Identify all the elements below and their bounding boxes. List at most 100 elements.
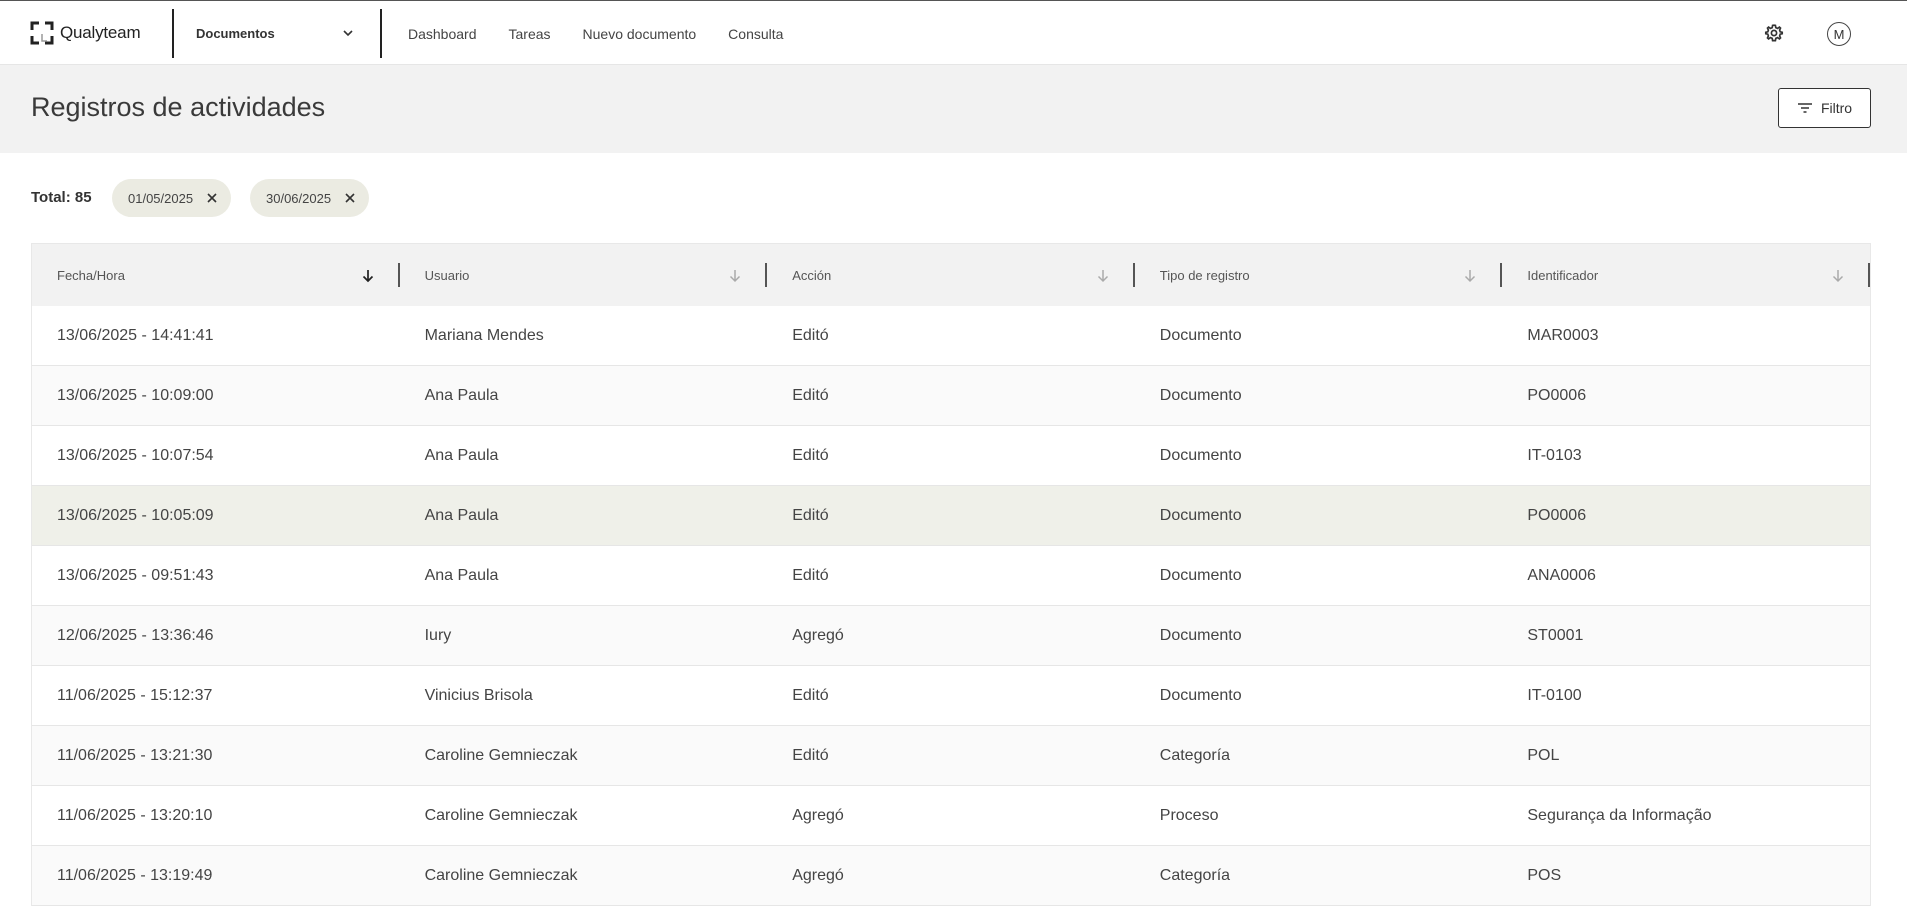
cell-tipo-de-registro: Documento (1159, 566, 1242, 584)
filter-button-label: Filtro (1820, 100, 1853, 116)
chip-label: 01/05/2025 (128, 190, 194, 206)
arrow-down-icon[interactable] (362, 269, 374, 283)
cell-usuario: Caroline Gemnieczak (424, 806, 578, 824)
column-header-label: Fecha/Hora (57, 267, 125, 283)
cell-identificador: PO0006 (1527, 386, 1587, 404)
gear-icon[interactable] (1764, 23, 1784, 43)
module-selector-label: Documentos (196, 26, 275, 41)
cell-fecha-hora: 13/06/2025 - 14:41:41 (57, 326, 214, 344)
cell-identificador: ANA0006 (1527, 566, 1596, 584)
table-row[interactable]: 11/06/2025 - 13:21:30 Caroline Gemniecza… (32, 726, 1870, 786)
column-header-tipo-de-registro[interactable]: Tipo de registro (1135, 244, 1503, 306)
cell-identificador: POS (1527, 866, 1562, 884)
cell-tipo-de-registro: Categoría (1159, 746, 1231, 764)
cell-usuario: Ana Paula (424, 566, 499, 584)
column-header-label: Tipo de registro (1159, 267, 1250, 283)
cell-fecha-hora: 11/06/2025 - 13:19:49 (57, 866, 213, 884)
column-header-identificador[interactable]: Identificador (1502, 244, 1870, 306)
cell-tipo-de-registro: Documento (1159, 326, 1242, 344)
column-header-label: Usuario (424, 267, 470, 283)
table-row[interactable]: 13/06/2025 - 14:41:41 Mariana Mendes Edi… (32, 306, 1870, 366)
table-row[interactable]: 13/06/2025 - 10:07:54 Ana Paula Editó Do… (32, 426, 1870, 486)
cell-tipo-de-registro: Documento (1159, 506, 1242, 524)
cell-identificador: POL (1527, 746, 1560, 764)
arrow-down-icon[interactable] (1832, 269, 1844, 283)
avatar-initial: M (1833, 26, 1845, 42)
cell-accion: Editó (792, 386, 829, 404)
filter-icon (1797, 103, 1812, 113)
top-navigation-bar: Qualyteam Documentos Dashboard Tareas Nu… (0, 0, 1907, 65)
main-nav: Dashboard Tareas Nuevo documento Consult… (408, 1, 815, 66)
nav-dashboard[interactable]: Dashboard (408, 26, 477, 42)
cell-fecha-hora: 12/06/2025 - 13:36:46 (57, 626, 214, 644)
cell-accion: Editó (792, 566, 829, 584)
column-header-label: Acción (792, 267, 832, 283)
filter-button[interactable]: Filtro (1778, 88, 1871, 128)
column-header-accion[interactable]: Acción (767, 244, 1135, 306)
cell-accion: Agregó (792, 626, 844, 644)
cell-tipo-de-registro: Documento (1159, 686, 1242, 704)
cell-fecha-hora: 13/06/2025 - 10:07:54 (57, 446, 214, 464)
cell-identificador: Segurança da Informação (1527, 806, 1712, 824)
table-body: 13/06/2025 - 14:41:41 Mariana Mendes Edi… (32, 306, 1870, 906)
user-avatar[interactable]: M (1827, 22, 1851, 46)
cell-identificador: IT-0100 (1527, 686, 1582, 704)
column-header-fecha-hora[interactable]: Fecha/Hora (32, 244, 400, 306)
table-row[interactable]: 11/06/2025 - 13:20:10 Caroline Gemniecza… (32, 786, 1870, 846)
cell-accion: Agregó (792, 806, 844, 824)
table-header: Fecha/Hora Usuario Acción Tipo de regist… (32, 244, 1870, 306)
cell-tipo-de-registro: Proceso (1159, 806, 1219, 824)
cell-accion: Agregó (792, 866, 844, 884)
activity-log-table: Fecha/Hora Usuario Acción Tipo de regist… (31, 243, 1871, 906)
table-row[interactable]: 13/06/2025 - 09:51:43 Ana Paula Editó Do… (32, 546, 1870, 606)
cell-identificador: IT-0103 (1527, 446, 1582, 464)
arrow-down-icon[interactable] (1097, 269, 1109, 283)
cell-fecha-hora: 13/06/2025 - 10:09:00 (57, 386, 214, 404)
cell-identificador: MAR0003 (1527, 326, 1599, 344)
cell-accion: Editó (792, 506, 829, 524)
cell-tipo-de-registro: Documento (1159, 626, 1242, 644)
cell-identificador: ST0001 (1527, 626, 1584, 644)
column-header-usuario[interactable]: Usuario (400, 244, 768, 306)
cell-usuario: Ana Paula (424, 446, 499, 464)
page-title: Registros de actividades (31, 92, 326, 122)
cell-usuario: Mariana Mendes (424, 326, 544, 344)
close-icon[interactable] (207, 193, 217, 203)
divider (380, 9, 382, 58)
module-selector[interactable]: Documentos (172, 1, 380, 66)
chevron-down-icon (343, 30, 353, 37)
table-row[interactable]: 11/06/2025 - 13:19:49 Caroline Gemniecza… (32, 846, 1870, 906)
cell-usuario: Ana Paula (424, 506, 499, 524)
cell-usuario: Ana Paula (424, 386, 499, 404)
close-icon[interactable] (345, 193, 355, 203)
cell-tipo-de-registro: Categoría (1159, 866, 1231, 884)
filter-chip-start-date: 01/05/2025 (112, 179, 232, 217)
app-name: Qualyteam (60, 23, 141, 42)
cell-accion: Editó (792, 746, 829, 764)
cell-fecha-hora: 11/06/2025 - 13:20:10 (57, 806, 213, 824)
cell-tipo-de-registro: Documento (1159, 446, 1242, 464)
arrow-down-icon[interactable] (1464, 269, 1476, 283)
app-logo[interactable]: Qualyteam (30, 21, 141, 45)
table-row[interactable]: 11/06/2025 - 15:12:37 Vinicius Brisola E… (32, 666, 1870, 726)
column-resize-handle[interactable] (1867, 263, 1870, 287)
cell-accion: Editó (792, 446, 829, 464)
table-row[interactable]: 13/06/2025 - 10:09:00 Ana Paula Editó Do… (32, 366, 1870, 426)
table-row[interactable]: 12/06/2025 - 13:36:46 Iury Agregó Docume… (32, 606, 1870, 666)
cell-identificador: PO0006 (1527, 506, 1587, 524)
nav-nuevo-documento[interactable]: Nuevo documento (583, 26, 697, 42)
cell-accion: Editó (792, 686, 829, 704)
chip-label: 30/06/2025 (266, 190, 332, 206)
cell-fecha-hora: 13/06/2025 - 09:51:43 (57, 566, 214, 584)
column-header-label: Identificador (1527, 267, 1599, 283)
nav-consulta[interactable]: Consulta (728, 26, 783, 42)
cell-tipo-de-registro: Documento (1159, 386, 1242, 404)
page-header: Registros de actividades Filtro (0, 65, 1907, 153)
arrow-down-icon[interactable] (729, 269, 741, 283)
cell-accion: Editó (792, 326, 829, 344)
cell-usuario: Vinicius Brisola (424, 686, 533, 704)
cell-fecha-hora: 13/06/2025 - 10:05:09 (57, 506, 214, 524)
nav-tareas[interactable]: Tareas (509, 26, 551, 42)
table-row-selected[interactable]: 13/06/2025 - 10:05:09 Ana Paula Editó Do… (32, 486, 1870, 546)
cell-fecha-hora: 11/06/2025 - 15:12:37 (57, 686, 213, 704)
